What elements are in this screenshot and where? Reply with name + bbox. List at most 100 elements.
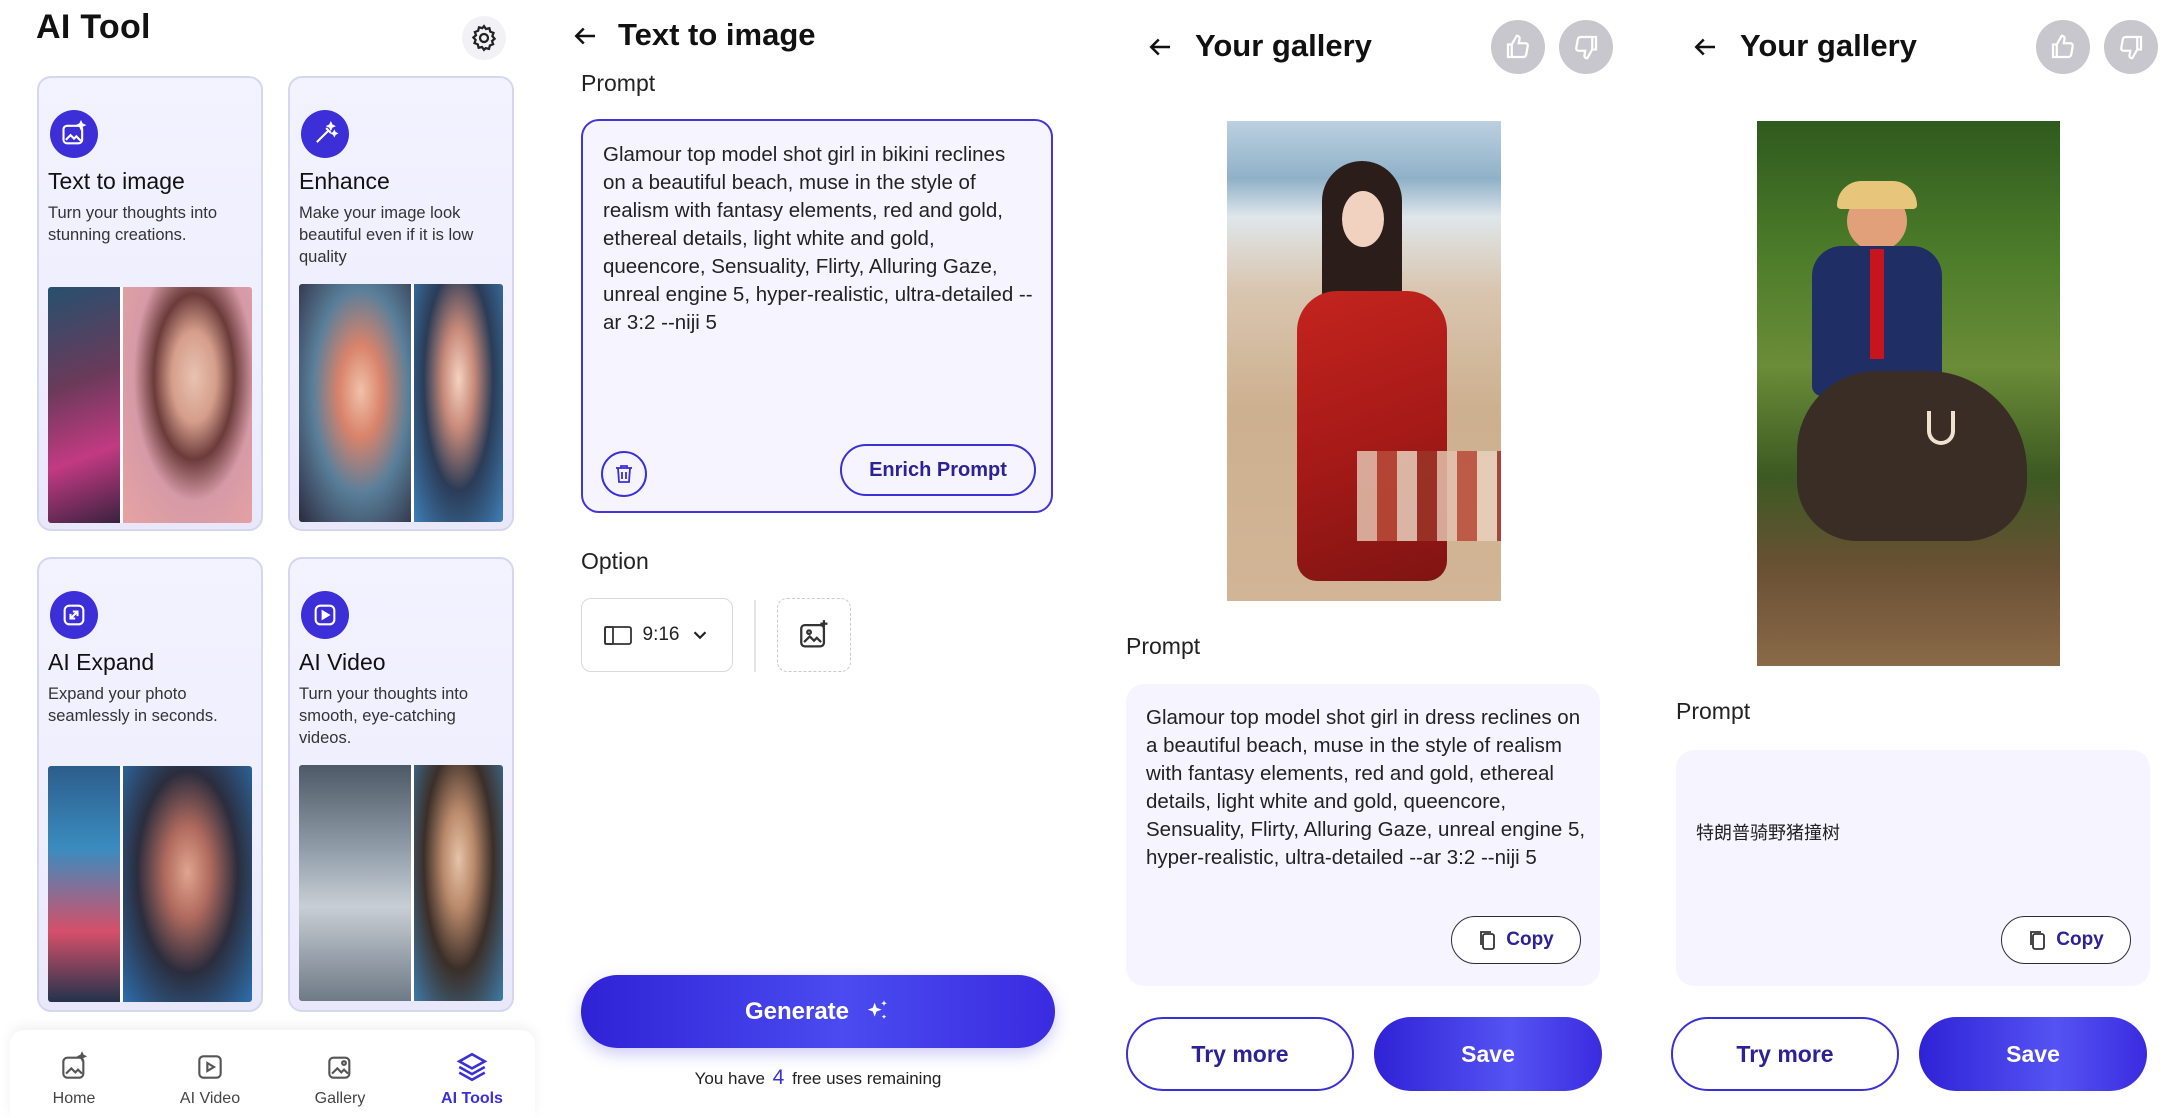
card-preview-image <box>48 766 252 1002</box>
back-button[interactable] <box>1140 27 1180 67</box>
gear-icon <box>471 24 497 52</box>
image-figure-tie <box>1870 249 1884 359</box>
app-title: AI Tool <box>36 8 151 46</box>
nav-label: Gallery <box>314 1090 366 1107</box>
gallery-icon <box>323 1050 357 1084</box>
divider <box>754 600 756 672</box>
text-to-image-icon-badge <box>50 110 98 158</box>
tool-card-text-to-image[interactable]: Text to image Turn your thoughts into st… <box>37 76 263 531</box>
copy-icon <box>2030 931 2046 950</box>
page-title: Text to image <box>618 17 816 52</box>
add-image-icon <box>800 620 828 648</box>
nav-label: AI Video <box>179 1090 241 1107</box>
prompt-label: Prompt <box>581 70 656 96</box>
copy-button[interactable]: Copy <box>1451 916 1581 964</box>
prompt-text: 特朗普骑野猪撞树 <box>1696 823 1840 844</box>
video-icon-badge <box>301 591 349 639</box>
expand-icon <box>63 604 85 626</box>
prompt-label: Prompt <box>1126 633 1201 659</box>
sparkle-icon <box>867 999 887 1019</box>
card-description: Turn your thoughts into smooth, eye-catc… <box>299 685 469 747</box>
card-description: Make your image look beautiful even if i… <box>299 204 474 266</box>
page-title: Your gallery <box>1740 28 1917 63</box>
video-icon <box>193 1050 227 1084</box>
generate-button[interactable]: Generate <box>581 975 1055 1048</box>
try-more-button[interactable]: Try more <box>1126 1017 1354 1091</box>
like-button[interactable] <box>2036 20 2090 74</box>
gallery-screen-1: Your gallery Prompt Glamour top model sh… <box>1090 0 1635 1118</box>
aspect-ratio-value: 9:16 <box>642 624 680 645</box>
add-reference-image-button[interactable] <box>777 598 851 672</box>
prompt-display-box: 特朗普骑野猪撞树 Copy <box>1676 750 2150 986</box>
tool-card-ai-video[interactable]: AI Video Turn your thoughts into smooth,… <box>288 557 514 1012</box>
remaining-count: 4 <box>772 1066 785 1089</box>
gallery-screen-2: Your gallery Prompt 特朗普骑野猪撞树 Copy Try mo… <box>1635 0 2165 1118</box>
arrow-left-icon <box>574 27 595 45</box>
generated-image[interactable] <box>1757 121 2060 666</box>
card-description: Turn your thoughts into stunning creatio… <box>48 204 218 244</box>
copy-button[interactable]: Copy <box>2001 916 2131 964</box>
chevron-down-icon <box>694 631 707 640</box>
remaining-suffix: free uses remaining <box>792 1069 942 1088</box>
image-boar-tusk <box>1927 411 1955 445</box>
home-icon <box>57 1050 91 1084</box>
card-title: AI Video <box>299 649 386 675</box>
text-to-image-screen: Text to image Prompt Glamour top model s… <box>545 0 1090 1118</box>
prompt-text: Glamour top model shot girl in dress rec… <box>1146 706 1586 869</box>
nav-label: Home <box>52 1090 96 1107</box>
back-button[interactable] <box>1685 27 1725 67</box>
layers-icon <box>455 1050 489 1084</box>
settings-button[interactable] <box>462 16 506 60</box>
image-figure-hair <box>1837 181 1917 209</box>
tool-card-ai-expand[interactable]: AI Expand Expand your photo seamlessly i… <box>37 557 263 1012</box>
image-figure-face <box>1342 191 1384 247</box>
clear-prompt-button[interactable] <box>601 451 647 497</box>
copy-label: Copy <box>2056 929 2104 950</box>
generated-image[interactable] <box>1227 121 1501 601</box>
thumbs-down-icon <box>2120 35 2143 60</box>
back-button[interactable] <box>565 16 605 56</box>
copy-label: Copy <box>1506 929 1554 950</box>
nav-label: AI Tools <box>441 1090 503 1107</box>
thumbs-down-icon <box>1575 35 1598 60</box>
prompt-label: Prompt <box>1676 698 1751 724</box>
page-title: Your gallery <box>1195 28 1372 63</box>
nav-item-ai-video[interactable]: AI Video <box>155 1050 265 1108</box>
tool-card-enhance[interactable]: Enhance Make your image look beautiful e… <box>288 76 514 531</box>
aspect-ratio-icon <box>603 626 632 645</box>
save-button[interactable]: Save <box>1374 1017 1602 1091</box>
image-pixelated-area <box>1357 451 1501 541</box>
dislike-button[interactable] <box>2104 20 2158 74</box>
arrow-left-icon <box>1694 38 1715 56</box>
like-button[interactable] <box>1491 20 1545 74</box>
enrich-prompt-button[interactable]: Enrich Prompt <box>840 444 1036 496</box>
remaining-prefix: You have <box>694 1069 765 1088</box>
video-play-icon <box>314 604 336 626</box>
card-preview-image <box>48 287 252 523</box>
card-preview-image <box>299 765 503 1001</box>
thumbs-up-icon <box>1506 34 1529 59</box>
try-more-button[interactable]: Try more <box>1671 1017 1899 1091</box>
thumbs-up-icon <box>2051 34 2074 59</box>
nav-item-ai-tools[interactable]: AI Tools <box>417 1050 527 1108</box>
bottom-navigation: Home AI Video Gallery AI Tools <box>10 1030 535 1118</box>
save-button[interactable]: Save <box>1919 1017 2147 1091</box>
arrow-left-icon <box>1149 38 1170 56</box>
magic-wand-icon <box>316 121 339 143</box>
enhance-icon-badge <box>301 110 349 158</box>
prompt-display-box: Glamour top model shot girl in dress rec… <box>1126 684 1600 986</box>
nav-item-gallery[interactable]: Gallery <box>285 1050 395 1108</box>
prompt-textarea[interactable]: Glamour top model shot girl in bikini re… <box>581 119 1053 513</box>
trash-icon <box>616 465 632 483</box>
aspect-ratio-dropdown[interactable]: 9:16 <box>581 598 733 672</box>
card-title: Enhance <box>299 168 390 194</box>
dislike-button[interactable] <box>1559 20 1613 74</box>
ai-tool-screen: AI Tool Text to image Turn your thoughts… <box>0 0 545 1118</box>
magic-image-icon <box>62 120 87 145</box>
option-label: Option <box>581 548 649 574</box>
prompt-text[interactable]: Glamour top model shot girl in bikini re… <box>603 141 1033 337</box>
expand-icon-badge <box>50 591 98 639</box>
copy-icon <box>1480 931 1496 950</box>
card-preview-image <box>299 284 503 522</box>
nav-item-home[interactable]: Home <box>19 1050 129 1108</box>
